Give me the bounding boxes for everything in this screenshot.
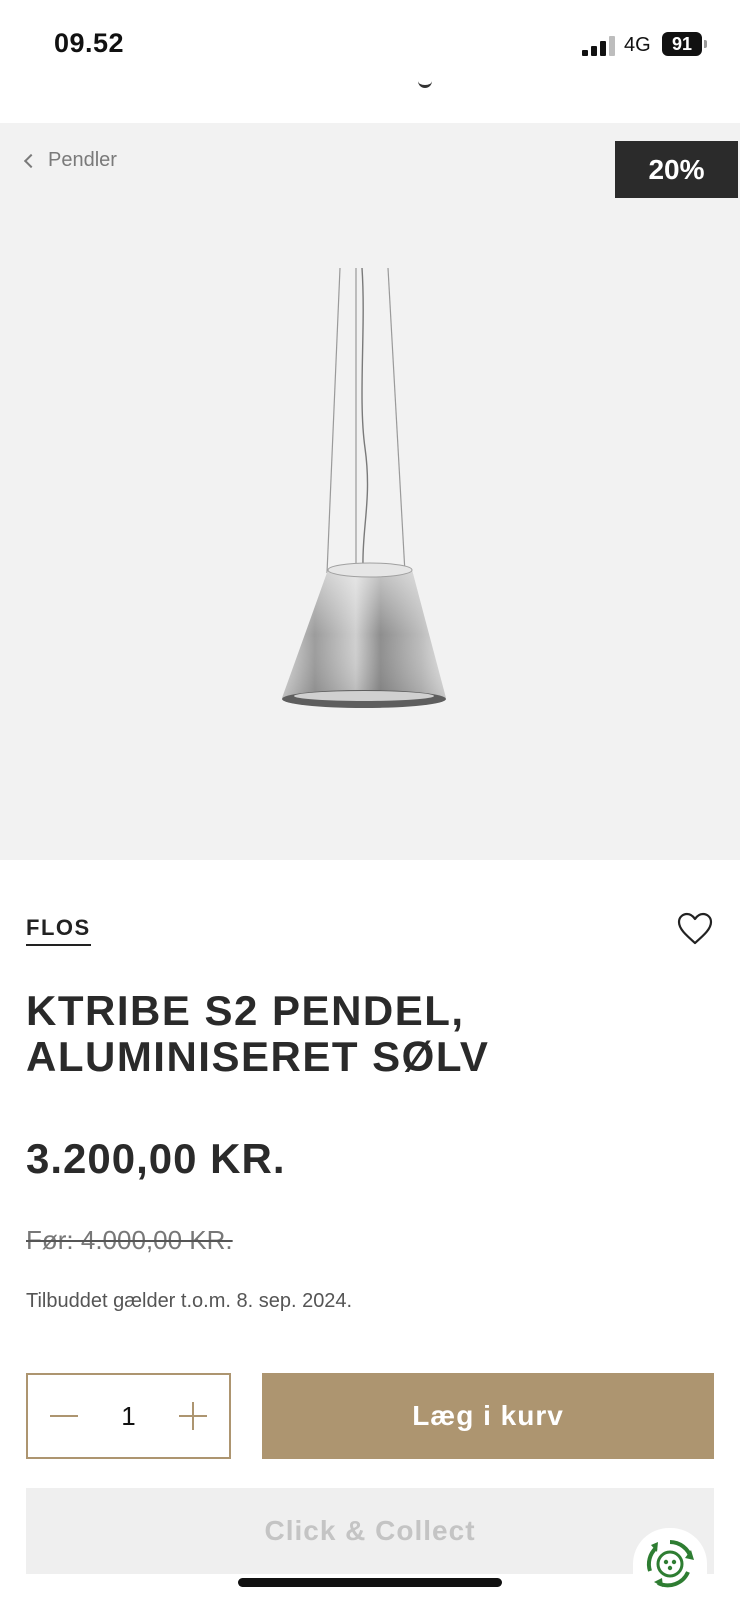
product-title: KTRIBE S2 PENDEL, ALUMINISERET SØLV	[26, 987, 490, 1080]
status-time: 09.52	[54, 28, 125, 58]
minus-icon	[50, 1415, 78, 1417]
home-indicator[interactable]	[238, 1578, 502, 1587]
discount-badge: 20%	[615, 141, 738, 198]
old-price: Før: 4.000,00 KR.	[26, 1225, 233, 1255]
battery-indicator: 91	[662, 32, 702, 56]
product-image-area[interactable]: Pendler 20%	[0, 123, 740, 860]
current-price: 3.200,00 KR.	[26, 1135, 286, 1182]
header-logo-fragment	[418, 78, 432, 88]
status-bar: 09.52 4G 91	[0, 0, 740, 92]
breadcrumb-label: Pendler	[48, 149, 117, 171]
brand-link[interactable]: FLOS	[26, 915, 91, 946]
heart-icon[interactable]	[676, 910, 714, 948]
battery-tip-icon	[704, 40, 707, 48]
signal-strength-icon	[582, 36, 616, 56]
quantity-stepper: 1	[26, 1373, 231, 1459]
decrease-quantity-button[interactable]	[48, 1400, 80, 1432]
add-to-cart-button[interactable]: Læg i kurv	[262, 1373, 714, 1459]
click-and-collect-button[interactable]: Click & Collect	[26, 1488, 714, 1574]
breadcrumb[interactable]: Pendler	[23, 149, 117, 172]
quantity-value[interactable]: 1	[121, 1401, 135, 1432]
chevron-left-icon	[23, 153, 39, 169]
recycle-badge-icon	[646, 1540, 694, 1588]
increase-quantity-button[interactable]	[177, 1400, 209, 1432]
pendant-lamp-image	[282, 268, 446, 708]
chat-widget-button[interactable]	[633, 1528, 707, 1600]
offer-validity-note: Tilbuddet gælder t.o.m. 8. sep. 2024.	[26, 1290, 353, 1312]
network-type: 4G	[624, 34, 651, 56]
